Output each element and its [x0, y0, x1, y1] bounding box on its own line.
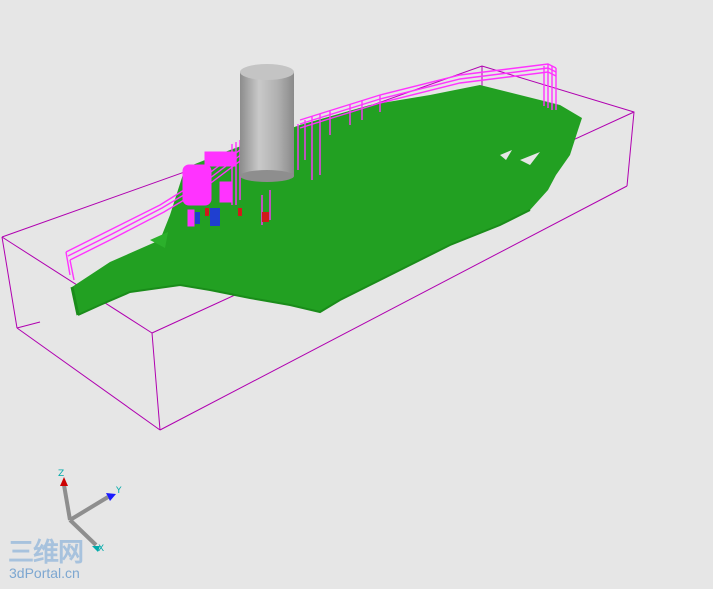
cylinder-tank[interactable]: [240, 64, 294, 182]
watermark-logo: 三维网 3dPortal.cn: [6, 532, 116, 584]
watermark-chinese: 三维网: [8, 538, 84, 568]
watermark-site: 3dPortal.cn: [9, 565, 80, 581]
y-axis: [68, 495, 110, 522]
z-axis: [62, 484, 72, 521]
z-axis-label: Z: [58, 469, 64, 479]
3d-viewport[interactable]: Z Y X: [0, 0, 713, 589]
y-axis-label: Y: [115, 486, 122, 496]
